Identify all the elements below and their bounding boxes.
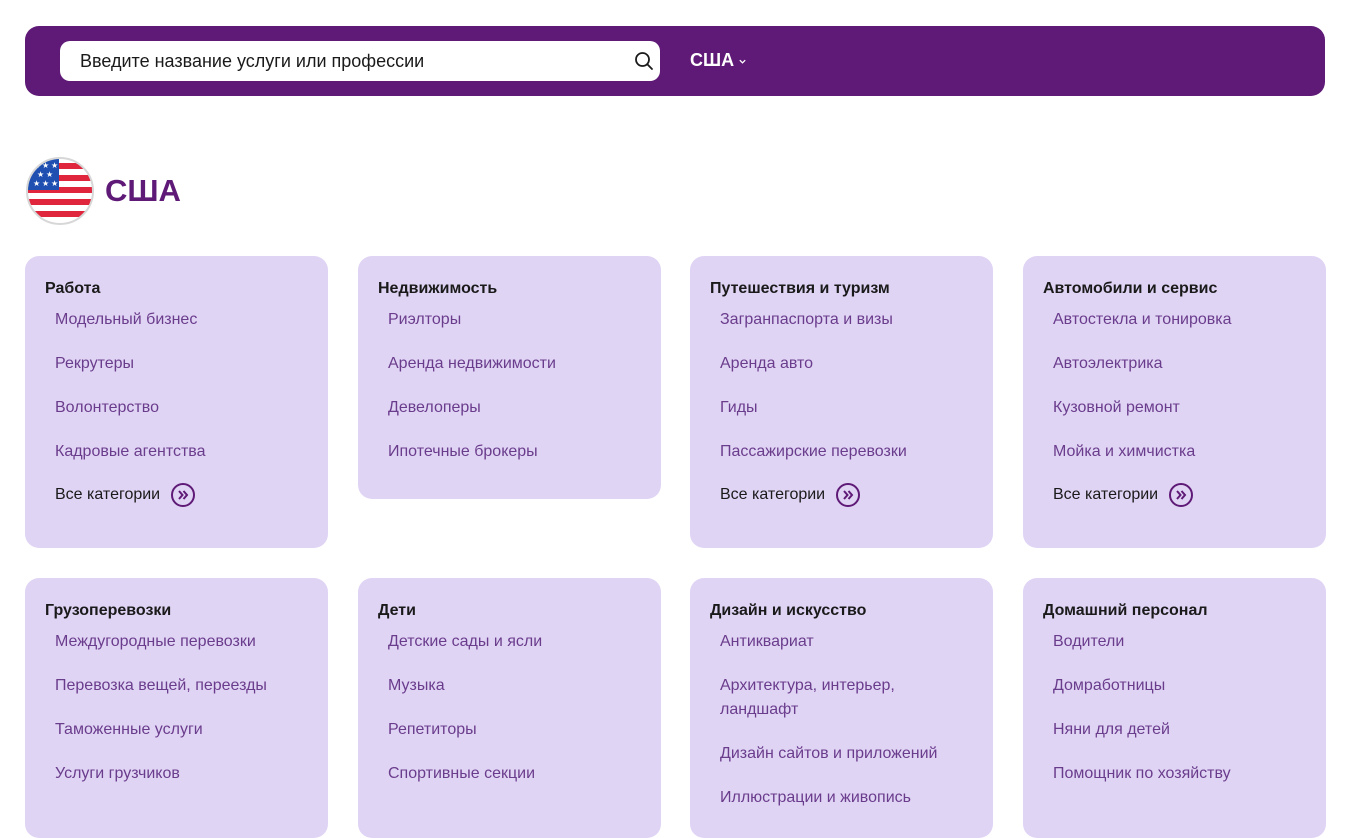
- category-link[interactable]: Архитектура, интерьер, ландшафт: [720, 674, 973, 722]
- svg-text:★: ★: [33, 179, 40, 188]
- category-link[interactable]: Музыка: [388, 674, 641, 698]
- category-card: Недвижимость Риэлторы Аренда недвижимости Д…: [358, 256, 661, 499]
- category-link[interactable]: Аренда авто: [720, 352, 973, 376]
- category-link[interactable]: Помощник по хозяйству: [1053, 762, 1306, 786]
- category-links: Загранпаспорта и визы Аренда авто Гиды Пасс…: [710, 308, 973, 464]
- page-heading: ★ ★ ★ ★ ★ ★ ★ ★ США: [25, 156, 181, 226]
- category-link[interactable]: Репетиторы: [388, 718, 641, 742]
- category-title[interactable]: Работа: [45, 280, 308, 298]
- category-link[interactable]: Автоэлектрика: [1053, 352, 1306, 376]
- double-chevron-right-icon: [1169, 483, 1194, 507]
- category-card: Путешествия и туризм Загранпаспорта и виз…: [690, 256, 993, 548]
- category-link[interactable]: Кузовной ремонт: [1053, 396, 1306, 420]
- category-link[interactable]: Няни для детей: [1053, 718, 1306, 742]
- page-title: США: [105, 173, 181, 208]
- category-link[interactable]: Модельный бизнес: [55, 308, 308, 332]
- category-link[interactable]: Пассажирские перевозки: [720, 440, 973, 464]
- country-selector[interactable]: США: [690, 50, 747, 71]
- category-title[interactable]: Дизайн и искусство: [710, 602, 973, 620]
- category-link[interactable]: Домработницы: [1053, 674, 1306, 698]
- country-selector-label: США: [690, 50, 735, 70]
- category-card: Грузоперевозки Междугородные перевозки Пер…: [25, 578, 328, 838]
- category-links: Междугородные перевозки Перевозка вещей, …: [45, 630, 308, 786]
- category-card: Работа Модельный бизнес Рекрутеры Волонтерс…: [25, 256, 328, 548]
- category-link[interactable]: Антиквариат: [720, 630, 973, 654]
- category-title[interactable]: Домашний персонал: [1043, 602, 1306, 620]
- svg-text:★: ★: [46, 170, 53, 179]
- all-categories-link[interactable]: Все категории: [1043, 482, 1306, 508]
- category-link[interactable]: Дизайн сайтов и приложений: [720, 742, 973, 766]
- category-link[interactable]: Спортивные секции: [388, 762, 641, 786]
- svg-text:★: ★: [51, 179, 58, 188]
- search-input[interactable]: [60, 41, 660, 81]
- category-link[interactable]: Иллюстрации и живопись: [720, 786, 973, 810]
- category-links: Детские сады и ясли Музыка Репетиторы Спорт…: [378, 630, 641, 786]
- category-links: Модельный бизнес Рекрутеры Волонтерство Кад…: [45, 308, 308, 464]
- category-link[interactable]: Девелоперы: [388, 396, 641, 420]
- all-categories-label: Все категории: [720, 486, 826, 503]
- category-link[interactable]: Таможенные услуги: [55, 718, 308, 742]
- svg-text:★: ★: [42, 179, 49, 188]
- category-card: Дизайн и искусство Антиквариат Архитектура…: [690, 578, 993, 838]
- all-categories-link[interactable]: Все категории: [45, 482, 308, 508]
- top-bar: США: [25, 26, 1325, 96]
- all-categories-link[interactable]: Все категории: [710, 482, 973, 508]
- category-card: Домашний персонал Водители Домработницы Нян…: [1023, 578, 1326, 838]
- category-links: Автостекла и тонировка Автоэлектрика Кузов…: [1043, 308, 1306, 464]
- svg-text:★: ★: [51, 161, 58, 170]
- category-title[interactable]: Дети: [378, 602, 641, 620]
- category-link[interactable]: Автостекла и тонировка: [1053, 308, 1306, 332]
- category-link[interactable]: Междугородные перевозки: [55, 630, 308, 654]
- category-link[interactable]: Гиды: [720, 396, 973, 420]
- category-links: Риэлторы Аренда недвижимости Девелоперы Ипо…: [378, 308, 641, 464]
- category-title[interactable]: Недвижимость: [378, 280, 641, 298]
- category-link[interactable]: Водители: [1053, 630, 1306, 654]
- category-link[interactable]: Перевозка вещей, переезды: [55, 674, 308, 698]
- search-box[interactable]: [60, 41, 660, 81]
- category-link[interactable]: Мойка и химчистка: [1053, 440, 1306, 464]
- category-title[interactable]: Автомобили и сервис: [1043, 280, 1306, 298]
- category-link[interactable]: Загранпаспорта и визы: [720, 308, 973, 332]
- search-icon[interactable]: [634, 51, 654, 71]
- all-categories-label: Все категории: [1053, 486, 1159, 503]
- category-link[interactable]: Детские сады и ясли: [388, 630, 641, 654]
- category-card: Автомобили и сервис Автостекла и тонировк…: [1023, 256, 1326, 548]
- category-link[interactable]: Аренда недвижимости: [388, 352, 641, 376]
- all-categories-label: Все категории: [55, 486, 161, 503]
- chevron-down-icon: [739, 59, 746, 64]
- category-link[interactable]: Услуги грузчиков: [55, 762, 308, 786]
- category-links: Водители Домработницы Няни для детей Помощн…: [1043, 630, 1306, 786]
- category-link[interactable]: Рекрутеры: [55, 352, 308, 376]
- us-flag-icon: ★ ★ ★ ★ ★ ★ ★ ★: [26, 157, 94, 225]
- category-link[interactable]: Волонтерство: [55, 396, 308, 420]
- double-chevron-right-icon: [171, 483, 196, 507]
- category-link[interactable]: Риэлторы: [388, 308, 641, 332]
- category-title[interactable]: Путешествия и туризм: [710, 280, 973, 298]
- category-title[interactable]: Грузоперевозки: [45, 602, 308, 620]
- category-links: Антиквариат Архитектура, интерьер, ландша…: [710, 630, 973, 810]
- double-chevron-right-icon: [836, 483, 861, 507]
- category-link[interactable]: Кадровые агентства: [55, 440, 308, 464]
- category-link[interactable]: Ипотечные брокеры: [388, 440, 641, 464]
- category-card: Дети Детские сады и ясли Музыка Репетиторы С…: [358, 578, 661, 838]
- svg-text:★: ★: [37, 170, 44, 179]
